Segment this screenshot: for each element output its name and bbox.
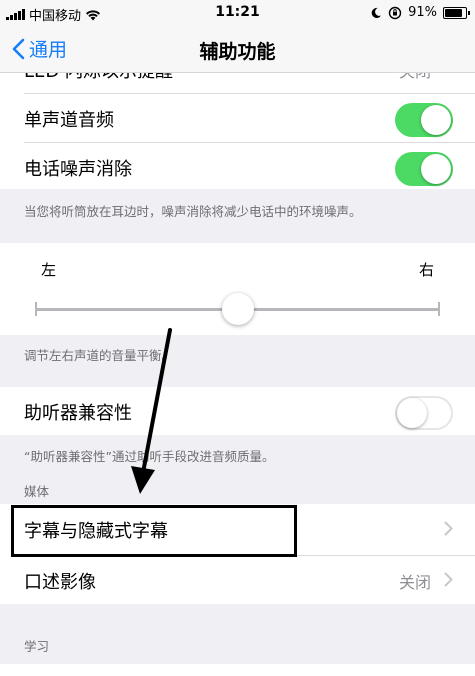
hearing-aid-footnote: “助听器兼容性”通过助听手段改进音频质量。 [24, 449, 275, 464]
chevron-right-icon [444, 572, 453, 587]
noise-cancel-label: 电话噪声消除 [24, 159, 132, 180]
moon-icon [371, 7, 382, 18]
mono-audio-toggle[interactable] [395, 103, 453, 137]
orientation-lock-icon [388, 6, 402, 19]
navigation-bar: 通用 辅助功能 [0, 26, 475, 73]
page-title: 辅助功能 [199, 41, 276, 63]
audio-group: LED 闪烁以示提醒 关闭 单声道音频 电话噪声消除 [0, 73, 475, 189]
status-bar: 中国移动 11:21 91% [0, 0, 475, 26]
noise-cancel-footnote: 当您将听筒放在耳边时，噪声消除将减少电话中的环境噪声。 [24, 204, 362, 219]
audio-description-value: 关闭 [398, 573, 431, 592]
learning-section-header: 学习 [24, 639, 50, 654]
hearing-aid-toggle[interactable] [395, 396, 453, 430]
balance-footnote: 调节左右声道的音量平衡。 [24, 348, 175, 363]
hearing-aid-group: 助听器兼容性 [0, 387, 475, 435]
battery-percent: 91% [408, 5, 437, 20]
balance-left-label: 左 [41, 261, 57, 279]
chevron-right-icon [444, 521, 453, 536]
hearing-aid-row: 助听器兼容性 [0, 387, 475, 435]
led-flash-value: 关闭 [399, 73, 431, 82]
balance-right-label: 右 [418, 261, 434, 279]
audio-description-label: 口述影像 [24, 572, 96, 593]
led-flash-row[interactable]: LED 闪烁以示提醒 关闭 [0, 73, 475, 93]
audio-description-row[interactable]: 口述影像 关闭 [0, 556, 475, 604]
hearing-aid-label: 助听器兼容性 [24, 403, 132, 424]
battery-icon [443, 6, 470, 19]
media-section-header: 媒体 [24, 484, 50, 499]
mono-audio-label: 单声道音频 [24, 110, 114, 131]
noise-cancel-row: 电话噪声消除 [0, 143, 475, 189]
mono-audio-row: 单声道音频 [0, 94, 475, 142]
balance-slider-thumb[interactable] [221, 293, 254, 325]
led-flash-label: LED 闪烁以示提醒 [24, 73, 173, 83]
learning-group [0, 664, 475, 676]
highlight-box [11, 505, 297, 557]
noise-cancel-toggle[interactable] [395, 152, 453, 186]
balance-group: 左 右 [0, 243, 475, 335]
